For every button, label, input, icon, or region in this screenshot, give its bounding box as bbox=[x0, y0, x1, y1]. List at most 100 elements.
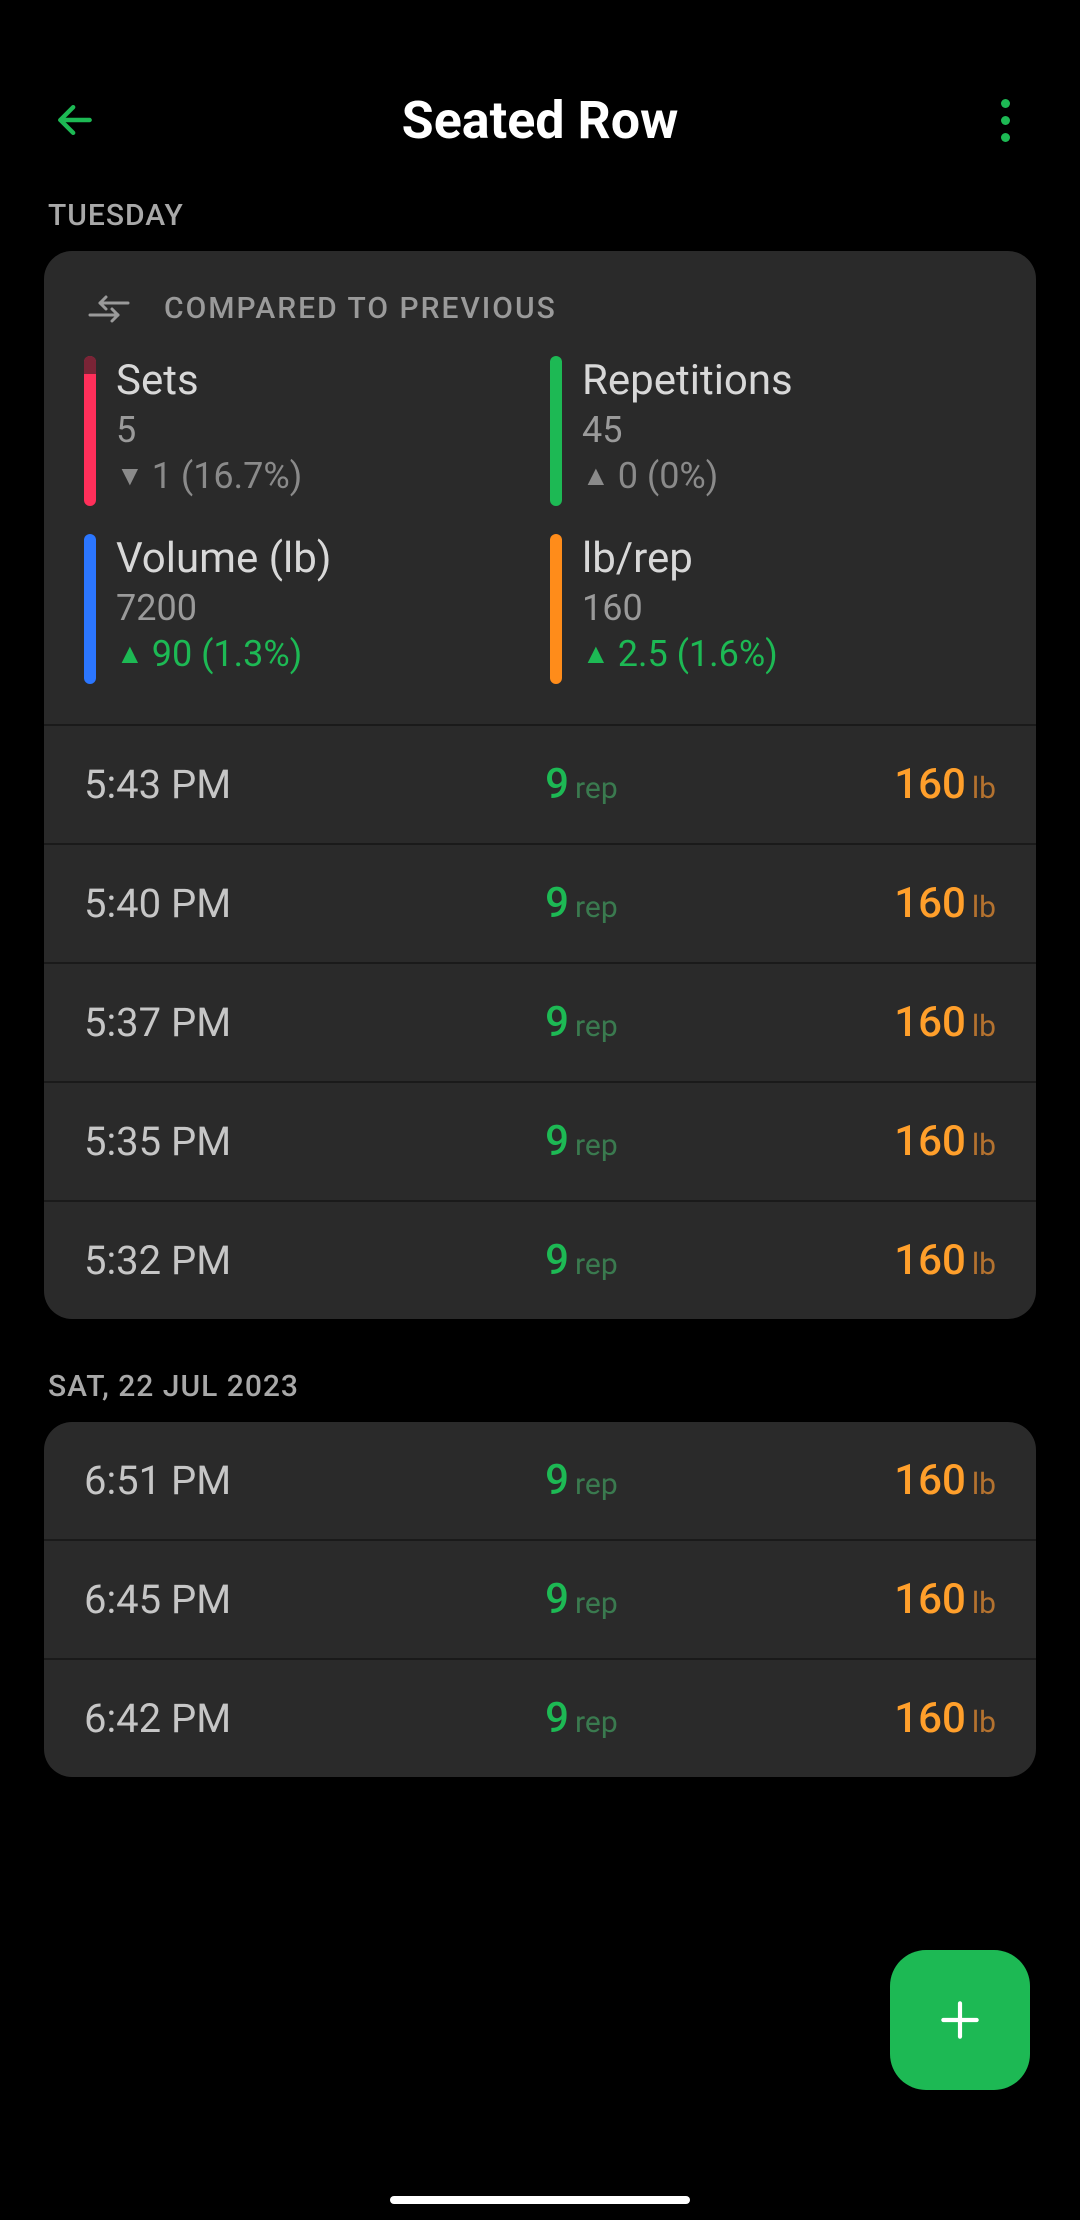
weight-number: 160 bbox=[894, 879, 966, 928]
weight-number: 160 bbox=[894, 998, 966, 1047]
set-weight: 160lb bbox=[720, 1117, 996, 1166]
stat-title: Volume (lb) bbox=[116, 534, 331, 583]
status-bar bbox=[0, 0, 1080, 60]
stat-value: 5 bbox=[116, 409, 302, 451]
content-scroll[interactable]: TUESDAY COMPARED TO PREVIOUS Sets 5 ▼ 1 … bbox=[0, 180, 1080, 2220]
more-vertical-icon bbox=[1001, 99, 1010, 108]
set-weight: 160lb bbox=[720, 760, 996, 809]
weight-number: 160 bbox=[894, 1456, 966, 1505]
stat-delta-text: 1 (16.7%) bbox=[152, 455, 303, 497]
set-time: 5:32 PM bbox=[84, 1237, 443, 1284]
rep-number: 9 bbox=[545, 1117, 569, 1166]
rep-number: 9 bbox=[545, 1694, 569, 1743]
weight-number: 160 bbox=[894, 1575, 966, 1624]
set-row[interactable]: 5:35 PM 9rep 160lb bbox=[44, 1081, 1036, 1200]
stat-block: Volume (lb) 7200 ▲ 90 (1.3%) bbox=[84, 534, 530, 684]
rep-unit: rep bbox=[575, 1128, 618, 1163]
add-set-fab[interactable] bbox=[890, 1950, 1030, 2090]
back-button[interactable] bbox=[40, 85, 110, 155]
rep-unit: rep bbox=[575, 771, 618, 806]
set-weight: 160lb bbox=[720, 1575, 996, 1624]
arrow-left-icon bbox=[53, 98, 97, 142]
page-title: Seated Row bbox=[402, 90, 679, 151]
set-reps: 9rep bbox=[443, 1575, 719, 1624]
stat-block: Repetitions 45 ▲ 0 (0%) bbox=[550, 356, 996, 506]
rep-unit: rep bbox=[575, 1247, 618, 1282]
rep-number: 9 bbox=[545, 879, 569, 928]
set-time: 5:40 PM bbox=[84, 880, 443, 927]
rep-unit: rep bbox=[575, 1586, 618, 1621]
weight-number: 160 bbox=[894, 1117, 966, 1166]
header: Seated Row bbox=[0, 60, 1080, 180]
stat-delta: ▼ 1 (16.7%) bbox=[116, 455, 302, 497]
rep-number: 9 bbox=[545, 760, 569, 809]
rep-unit: rep bbox=[575, 890, 618, 925]
stat-block: lb/rep 160 ▲ 2.5 (1.6%) bbox=[550, 534, 996, 684]
weight-unit: lb bbox=[972, 1586, 996, 1621]
weight-unit: lb bbox=[972, 771, 996, 806]
stat-color-bar bbox=[84, 534, 96, 684]
set-time: 5:43 PM bbox=[84, 761, 443, 808]
rep-unit: rep bbox=[575, 1467, 618, 1502]
rep-number: 9 bbox=[545, 1236, 569, 1285]
rep-unit: rep bbox=[575, 1009, 618, 1044]
stat-value: 7200 bbox=[116, 587, 331, 629]
day-label: SAT, 22 JUL 2023 bbox=[48, 1369, 1036, 1404]
set-time: 6:42 PM bbox=[84, 1695, 443, 1742]
stat-value: 45 bbox=[582, 409, 793, 451]
set-row[interactable]: 5:40 PM 9rep 160lb bbox=[44, 843, 1036, 962]
set-row[interactable]: 5:32 PM 9rep 160lb bbox=[44, 1200, 1036, 1319]
rep-number: 9 bbox=[545, 1575, 569, 1624]
weight-unit: lb bbox=[972, 1247, 996, 1282]
stat-delta: ▲ 0 (0%) bbox=[582, 455, 793, 497]
stat-title: lb/rep bbox=[582, 534, 778, 583]
set-time: 5:37 PM bbox=[84, 999, 443, 1046]
day-label: TUESDAY bbox=[48, 198, 1036, 233]
compare-icon bbox=[84, 292, 134, 326]
weight-number: 160 bbox=[894, 760, 966, 809]
set-row[interactable]: 5:37 PM 9rep 160lb bbox=[44, 962, 1036, 1081]
stat-color-bar bbox=[550, 356, 562, 506]
stat-delta-text: 2.5 (1.6%) bbox=[618, 633, 778, 675]
set-time: 5:35 PM bbox=[84, 1118, 443, 1165]
set-weight: 160lb bbox=[720, 998, 996, 1047]
compare-label: COMPARED TO PREVIOUS bbox=[164, 291, 557, 326]
rep-number: 9 bbox=[545, 998, 569, 1047]
weight-unit: lb bbox=[972, 1009, 996, 1044]
set-weight: 160lb bbox=[720, 879, 996, 928]
triangle-neutral-icon: ▲ bbox=[582, 462, 610, 490]
set-reps: 9rep bbox=[443, 1694, 719, 1743]
set-row[interactable]: 5:43 PM 9rep 160lb bbox=[44, 724, 1036, 843]
triangle-down-icon: ▼ bbox=[116, 462, 144, 490]
stat-color-bar bbox=[84, 356, 96, 506]
stat-delta: ▲ 90 (1.3%) bbox=[116, 633, 331, 675]
set-reps: 9rep bbox=[443, 879, 719, 928]
more-options-button[interactable] bbox=[970, 85, 1040, 155]
stat-delta-text: 0 (0%) bbox=[618, 455, 719, 497]
set-reps: 9rep bbox=[443, 998, 719, 1047]
rep-unit: rep bbox=[575, 1705, 618, 1740]
stats-grid: Sets 5 ▼ 1 (16.7%) Repetitions 45 ▲ 0 (0… bbox=[44, 356, 1036, 724]
set-reps: 9rep bbox=[443, 760, 719, 809]
compare-header: COMPARED TO PREVIOUS bbox=[44, 251, 1036, 356]
stat-delta: ▲ 2.5 (1.6%) bbox=[582, 633, 778, 675]
stat-block: Sets 5 ▼ 1 (16.7%) bbox=[84, 356, 530, 506]
stat-title: Repetitions bbox=[582, 356, 793, 405]
set-reps: 9rep bbox=[443, 1456, 719, 1505]
rep-number: 9 bbox=[545, 1456, 569, 1505]
weight-unit: lb bbox=[972, 890, 996, 925]
set-weight: 160lb bbox=[720, 1694, 996, 1743]
set-row[interactable]: 6:45 PM 9rep 160lb bbox=[44, 1539, 1036, 1658]
weight-unit: lb bbox=[972, 1467, 996, 1502]
day-card: 6:51 PM 9rep 160lb 6:45 PM 9rep 160lb 6:… bbox=[44, 1422, 1036, 1777]
plus-icon bbox=[935, 1995, 985, 2045]
stat-value: 160 bbox=[582, 587, 778, 629]
stat-title: Sets bbox=[116, 356, 302, 405]
set-time: 6:51 PM bbox=[84, 1457, 443, 1504]
weight-number: 160 bbox=[894, 1236, 966, 1285]
stat-color-bar bbox=[550, 534, 562, 684]
home-indicator bbox=[390, 2196, 690, 2204]
set-row[interactable]: 6:51 PM 9rep 160lb bbox=[44, 1422, 1036, 1539]
set-row[interactable]: 6:42 PM 9rep 160lb bbox=[44, 1658, 1036, 1777]
set-weight: 160lb bbox=[720, 1456, 996, 1505]
